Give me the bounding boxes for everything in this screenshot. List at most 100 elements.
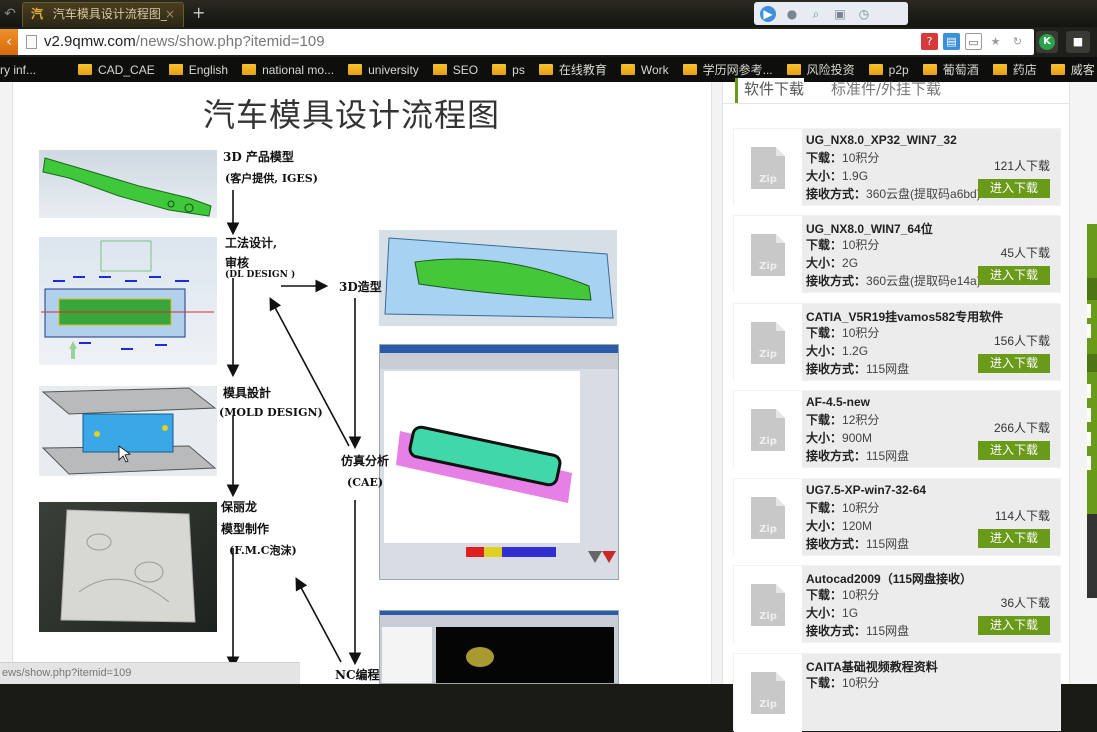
panel-marker [1087, 408, 1091, 422]
cost-label: 下载： [806, 151, 843, 165]
zip-thumbnail[interactable]: Zip [734, 129, 802, 207]
bookmark-item[interactable]: CAD_CAE [78, 63, 155, 77]
address-bar[interactable]: v2.9qmw.com/news/show.php?itemid=109 ? ▤… [18, 29, 1034, 55]
bookmark-item[interactable]: SEO [432, 63, 478, 77]
step-foam: 保丽龙 [221, 500, 258, 514]
tab-favicon-icon: 汽 [31, 7, 44, 21]
bookmark-item[interactable]: English [168, 62, 229, 77]
download-item: Zip AF-4.5-new 下载：12积分 大小：900M 接收方式：115网盘 266… [733, 390, 1061, 469]
search-icon[interactable]: ⌕ [808, 6, 824, 22]
download-title[interactable]: UG7.5-XP-win7-32-64 [806, 483, 926, 497]
download-title[interactable]: CAITA基础视频教程资料 [806, 658, 938, 675]
folder-icon [538, 64, 553, 75]
bookmark-label: English [188, 62, 229, 77]
tab-close-icon[interactable]: × [165, 3, 175, 25]
download-title[interactable]: UG_NX8.0_XP32_WIN7_32 [806, 133, 957, 147]
bookmark-item[interactable]: university [348, 63, 419, 77]
k-icon: K [1039, 34, 1055, 50]
enter-download-button[interactable]: 进入下载 [978, 179, 1050, 198]
tab-standard-parts-download[interactable]: 标准件/外挂下载 [831, 78, 941, 99]
new-tab-button[interactable]: + [192, 2, 205, 24]
folder-icon [786, 64, 801, 75]
bookmark-item[interactable]: national mo... [242, 63, 334, 77]
bookmark-item[interactable]: Work [620, 63, 669, 77]
zip-thumbnail[interactable]: Zip [734, 566, 802, 644]
bookmark-item[interactable]: ps [492, 63, 525, 77]
product-model-image [39, 150, 217, 218]
doc-ext-icon[interactable]: ▤ [943, 33, 960, 50]
floating-dark-panel[interactable] [1087, 514, 1097, 598]
panel-marker [1087, 432, 1091, 446]
zip-thumbnail[interactable]: Zip [734, 391, 802, 469]
download-cost-row: 下载：10积分 [806, 149, 879, 166]
method-value: 115网盘 [866, 537, 910, 551]
method-value: 115网盘 [866, 624, 910, 638]
status-bar-url: ews/show.php?itemid=109 [0, 662, 300, 684]
address-row: ‹ v2.9qmw.com/news/show.php?itemid=109 ?… [0, 27, 1097, 57]
zip-thumbnail[interactable]: Zip [734, 654, 802, 732]
size-value: 900M [842, 431, 873, 445]
undo-close-tab-icon[interactable]: ↶ [0, 4, 20, 24]
size-label: 大小： [806, 169, 843, 183]
panel-marker [1087, 304, 1091, 318]
bookmark-item[interactable]: 威客 [1050, 61, 1095, 78]
page-icon [26, 35, 37, 49]
window-notify-icon[interactable]: ▭ [965, 33, 982, 50]
bookmark-item[interactable]: 药店 [992, 61, 1037, 78]
zip-thumbnail[interactable]: Zip [734, 216, 802, 294]
bookmark-item[interactable]: 葡萄酒 [922, 61, 979, 78]
url-text[interactable]: v2.9qmw.com/news/show.php?itemid=109 [44, 32, 325, 52]
folder-icon [1050, 64, 1065, 75]
bookmark-item[interactable]: 学历网参考... [682, 61, 773, 78]
download-method-row: 接收方式：115网盘 [806, 535, 909, 552]
size-value: 1.2G [842, 344, 869, 358]
bookmark-label: 风险投资 [806, 63, 855, 77]
sidebar-tabs: 软件下载 标准件/外挂下载 [723, 78, 1069, 104]
bookmark-label: ps [512, 62, 525, 77]
clock-icon[interactable]: ◷ [856, 6, 872, 22]
method-value: 115网盘 [866, 449, 910, 463]
enter-download-button[interactable]: 进入下载 [978, 266, 1050, 285]
bookmark-item[interactable]: p2p [868, 63, 909, 77]
bookmark-item[interactable]: 在线教育 [538, 61, 607, 78]
step-nc: NC编程 [335, 668, 380, 682]
screenshot-icon[interactable]: ▣ [832, 6, 848, 22]
bookmark-item[interactable]: 风险投资 [786, 61, 855, 78]
zip-label: Zip [759, 349, 777, 360]
zip-file-icon: Zip [751, 147, 785, 189]
download-size-row: 大小：1.9G [806, 167, 868, 184]
download-size-row: 大小：1.2G [806, 342, 868, 359]
enter-download-button[interactable]: 进入下载 [978, 616, 1050, 635]
tab-software-download[interactable]: 软件下载 [735, 78, 805, 103]
download-item: Zip CAITA基础视频教程资料 下载：10积分 [733, 653, 1061, 732]
enter-download-button[interactable]: 进入下载 [978, 529, 1050, 548]
question-ext-icon[interactable]: ? [921, 33, 938, 50]
bookmark-item[interactable]: ry inf... [0, 63, 36, 77]
zip-file-icon: Zip [751, 234, 785, 276]
page: 汽车模具设计流程图 3D 产品模型 (客户提供, IGES) 工法设计, 审核 … [0, 78, 1097, 732]
zip-thumbnail[interactable]: Zip [734, 479, 802, 557]
bookmark-label: university [368, 62, 419, 77]
enter-download-button[interactable]: 进入下载 [978, 354, 1050, 373]
enter-download-button[interactable]: 进入下载 [978, 441, 1050, 460]
zip-file-icon: Zip [751, 497, 785, 539]
download-cost-row: 下载：10积分 [806, 499, 879, 516]
step-dl-design: (DL DESIGN ) [225, 270, 296, 280]
zip-thumbnail[interactable]: Zip [734, 304, 802, 382]
play-circle-icon[interactable]: ▶ [760, 5, 776, 22]
lock-button[interactable]: ■ [1066, 31, 1090, 53]
refresh-icon[interactable]: ↻ [1009, 33, 1026, 50]
download-title[interactable]: Autocad2009（115网盘接收） [806, 570, 972, 587]
bookmark-label: 在线教育 [558, 63, 607, 77]
star-icon[interactable]: ★ [987, 33, 1004, 50]
k-extension-button[interactable]: K [1036, 31, 1058, 53]
download-title[interactable]: CATIA_V5R19挂vamos582专用软件 [806, 308, 1003, 325]
user-icon[interactable]: ● [784, 6, 800, 22]
browser-tab-active[interactable]: 汽 汽车模具设计流程图_ × [22, 2, 184, 27]
download-method-row: 接收方式：360云盘(提取码a6bd) [806, 185, 981, 202]
step-process-design: 工法设计, [225, 236, 278, 250]
download-title[interactable]: UG_NX8.0_WIN7_64位 [806, 220, 933, 237]
method-label: 接收方式： [806, 274, 867, 288]
download-title[interactable]: AF-4.5-new [806, 395, 870, 409]
back-button[interactable]: ‹ [0, 29, 18, 55]
